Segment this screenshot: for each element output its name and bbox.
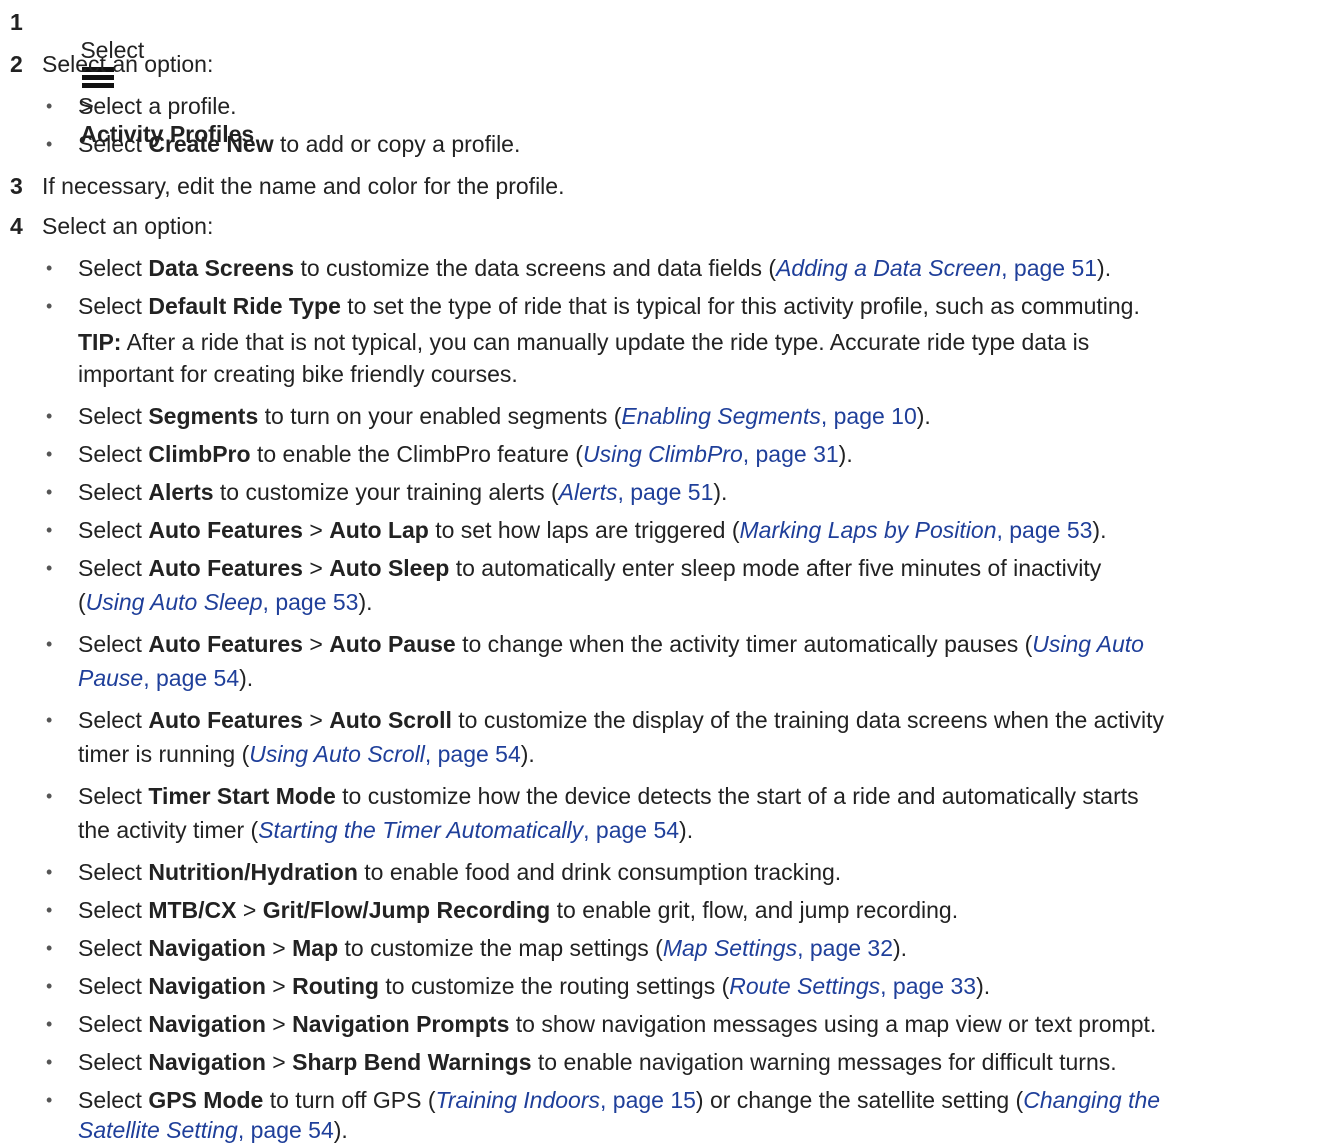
step-number: 1 xyxy=(10,9,23,35)
link-training-indoors[interactable]: Training Indoors, page 15 xyxy=(436,1087,696,1113)
link-using-auto-pause[interactable]: Using Auto xyxy=(1032,631,1144,657)
link-map-settings[interactable]: Map Settings, page 32 xyxy=(663,935,893,961)
link-starting-timer[interactable]: Starting the Timer Automatically, page 5… xyxy=(258,817,679,843)
link-adding-data-screen[interactable]: Adding a Data Screen, page 51 xyxy=(776,255,1097,281)
link-using-auto-scroll[interactable]: Using Auto Scroll, page 54 xyxy=(249,741,520,767)
document-page: 1 Select > Activity Profiles. 2 Select a… xyxy=(10,9,1164,1143)
link-route-settings[interactable]: Route Settings, page 33 xyxy=(729,973,976,999)
link-alerts[interactable]: Alerts, page 51 xyxy=(559,479,714,505)
link-using-climbpro[interactable]: Using ClimbPro, page 31 xyxy=(583,441,839,467)
link-using-auto-sleep[interactable]: Using Auto Sleep, page 53 xyxy=(86,589,359,615)
link-changing-satellite[interactable]: Changing the xyxy=(1023,1087,1160,1113)
link-enabling-segments[interactable]: Enabling Segments, page 10 xyxy=(621,403,916,429)
link-marking-laps[interactable]: Marking Laps by Position, page 53 xyxy=(740,517,1093,543)
